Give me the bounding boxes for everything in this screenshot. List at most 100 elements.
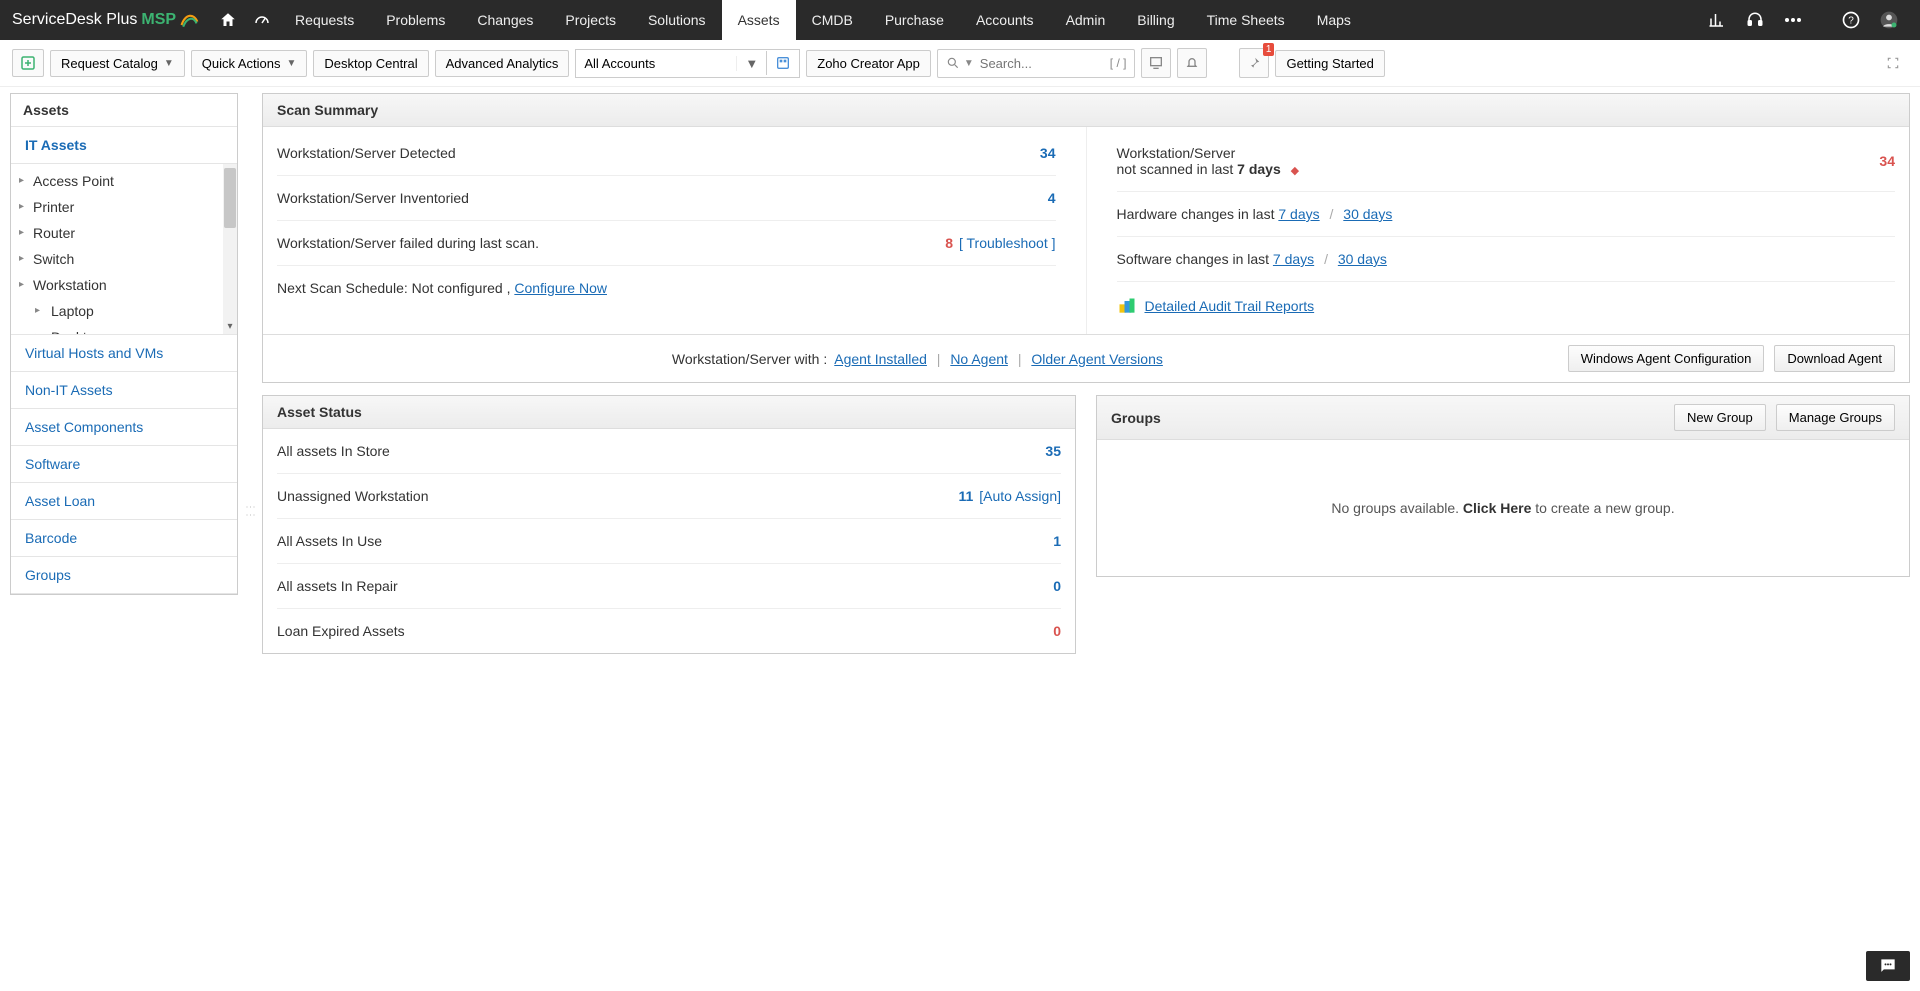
sort-icon[interactable]: ◆ xyxy=(1291,165,1299,177)
zoho-creator-button[interactable]: Zoho Creator App xyxy=(806,50,931,77)
summary-value[interactable]: 34 xyxy=(1040,145,1056,161)
scan-summary-footer: Workstation/Server with : Agent Installe… xyxy=(263,334,1909,382)
tree-workstation[interactable]: Workstation xyxy=(11,272,237,298)
auto-assign-link[interactable]: [Auto Assign] xyxy=(979,488,1061,504)
tree-switch[interactable]: Switch xyxy=(11,246,237,272)
nav-projects[interactable]: Projects xyxy=(549,0,632,40)
nav-accounts[interactable]: Accounts xyxy=(960,0,1050,40)
summary-value[interactable]: 8 xyxy=(945,235,953,251)
caret-down-icon: ▼ xyxy=(164,58,174,69)
download-agent-button[interactable]: Download Agent xyxy=(1774,345,1895,372)
configure-now-link[interactable]: Configure Now xyxy=(514,280,607,296)
not-scanned-value[interactable]: 34 xyxy=(1879,153,1895,169)
sw-30days-link[interactable]: 30 days xyxy=(1338,251,1387,267)
nav-time-sheets[interactable]: Time Sheets xyxy=(1191,0,1301,40)
nav-assets[interactable]: Assets xyxy=(722,0,796,40)
scrollbar-thumb[interactable] xyxy=(224,168,236,228)
toolbar: Request Catalog▼ Quick Actions▼ Desktop … xyxy=(0,40,1920,87)
no-agent-link[interactable]: No Agent xyxy=(950,351,1008,367)
accounts-picker-icon[interactable] xyxy=(766,51,799,75)
status-value[interactable]: 1 xyxy=(1053,533,1061,549)
audit-trail-link[interactable]: Detailed Audit Trail Reports xyxy=(1145,298,1315,314)
help-icon[interactable]: ? xyxy=(1832,0,1870,40)
new-group-button[interactable]: New Group xyxy=(1674,404,1766,431)
nav-problems[interactable]: Problems xyxy=(370,0,461,40)
advanced-analytics-button[interactable]: Advanced Analytics xyxy=(435,50,570,77)
status-value[interactable]: 35 xyxy=(1045,443,1061,459)
hw-changes-row: Hardware changes in last 7 days / 30 day… xyxy=(1117,206,1896,222)
tree-laptop[interactable]: Laptop xyxy=(11,298,237,324)
summary-value[interactable]: 4 xyxy=(1048,190,1056,206)
nav-solutions[interactable]: Solutions xyxy=(632,0,722,40)
home-icon[interactable] xyxy=(211,0,245,40)
tree-printer[interactable]: Printer xyxy=(11,194,237,220)
request-catalog-button[interactable]: Request Catalog▼ xyxy=(50,50,185,77)
scrollbar-down-icon[interactable]: ▾ xyxy=(223,320,237,334)
sidebar-barcode[interactable]: Barcode xyxy=(11,520,237,557)
caret-down-icon[interactable]: ▼ xyxy=(736,56,766,71)
scan-summary-header: Scan Summary xyxy=(263,94,1909,127)
nav-admin[interactable]: Admin xyxy=(1050,0,1122,40)
sidebar-groups[interactable]: Groups xyxy=(11,557,237,594)
desktop-central-button[interactable]: Desktop Central xyxy=(313,50,428,77)
new-request-icon-button[interactable] xyxy=(12,49,44,77)
nav-purchase[interactable]: Purchase xyxy=(869,0,960,40)
caret-down-icon[interactable]: ▼ xyxy=(964,58,974,69)
windows-agent-config-button[interactable]: Windows Agent Configuration xyxy=(1568,345,1765,372)
agent-installed-link[interactable]: Agent Installed xyxy=(834,351,927,367)
tree-desktop[interactable]: Desktop xyxy=(11,324,237,334)
brand-suffix: MSP xyxy=(141,11,176,29)
status-row: All assets In Repair0 xyxy=(277,564,1061,609)
nav-cmdb[interactable]: CMDB xyxy=(796,0,869,40)
sidebar-virtual-hosts-and-vms[interactable]: Virtual Hosts and VMs xyxy=(11,335,237,372)
gauge-icon[interactable] xyxy=(245,0,279,40)
status-row: All Assets In Use1 xyxy=(277,519,1061,564)
asset-status-header: Asset Status xyxy=(263,396,1075,429)
nav-changes[interactable]: Changes xyxy=(461,0,549,40)
sidebar-software[interactable]: Software xyxy=(11,446,237,483)
notifications-icon-button[interactable] xyxy=(1177,48,1207,78)
quick-actions-button[interactable]: Quick Actions▼ xyxy=(191,50,308,77)
sidebar-asset-loan[interactable]: Asset Loan xyxy=(11,483,237,520)
reports-icon[interactable] xyxy=(1698,0,1736,40)
caret-down-icon: ▼ xyxy=(287,58,297,69)
profile-icon[interactable] xyxy=(1870,0,1908,40)
chat-fab[interactable] xyxy=(1866,951,1910,981)
status-label: All assets In Store xyxy=(277,443,1045,459)
create-group-link[interactable]: Click Here xyxy=(1463,500,1531,516)
pin-icon-button[interactable]: 1 xyxy=(1239,48,1269,78)
nav-requests[interactable]: Requests xyxy=(279,0,370,40)
nav-maps[interactable]: Maps xyxy=(1301,0,1367,40)
not-scanned-label: Workstation/Server not scanned in last 7… xyxy=(1117,145,1880,177)
getting-started-button[interactable]: Getting Started xyxy=(1275,50,1384,77)
headset-icon[interactable] xyxy=(1736,0,1774,40)
tree-router[interactable]: Router xyxy=(11,220,237,246)
scrollbar-track[interactable]: ▾ xyxy=(223,164,237,334)
more-icon[interactable] xyxy=(1774,0,1812,40)
manage-groups-button[interactable]: Manage Groups xyxy=(1776,404,1895,431)
older-agent-link[interactable]: Older Agent Versions xyxy=(1031,351,1163,367)
sidebar-asset-components[interactable]: Asset Components xyxy=(11,409,237,446)
sidebar-section-it-assets[interactable]: IT Assets xyxy=(11,127,237,164)
tree-access-point[interactable]: Access Point xyxy=(11,168,237,194)
sidebar-non-it-assets[interactable]: Non-IT Assets xyxy=(11,372,237,409)
accounts-select[interactable]: ▼ xyxy=(575,49,800,78)
troubleshoot-link[interactable]: [ Troubleshoot ] xyxy=(959,235,1056,251)
global-search[interactable]: ▼ [ / ] xyxy=(937,49,1136,78)
status-value[interactable]: 0 xyxy=(1053,623,1061,639)
groups-empty: No groups available. Click Here to creat… xyxy=(1097,440,1909,576)
asset-tree: Access PointPrinterRouterSwitchWorkstati… xyxy=(11,164,237,335)
nav-billing[interactable]: Billing xyxy=(1121,0,1190,40)
groups-panel: Groups New Group Manage Groups No groups… xyxy=(1096,395,1910,577)
hw-30days-link[interactable]: 30 days xyxy=(1343,206,1392,222)
topnav-right: ? xyxy=(1698,0,1908,40)
status-value[interactable]: 0 xyxy=(1053,578,1061,594)
hw-7days-link[interactable]: 7 days xyxy=(1278,206,1319,222)
status-value[interactable]: 11 xyxy=(958,488,973,504)
scan-icon-button[interactable] xyxy=(1141,48,1171,78)
split-handle[interactable]: ⋮⋮ xyxy=(246,93,254,666)
search-input[interactable] xyxy=(976,50,1106,77)
sw-7days-link[interactable]: 7 days xyxy=(1273,251,1314,267)
expand-icon[interactable] xyxy=(1878,48,1908,78)
accounts-select-input[interactable] xyxy=(576,50,736,77)
